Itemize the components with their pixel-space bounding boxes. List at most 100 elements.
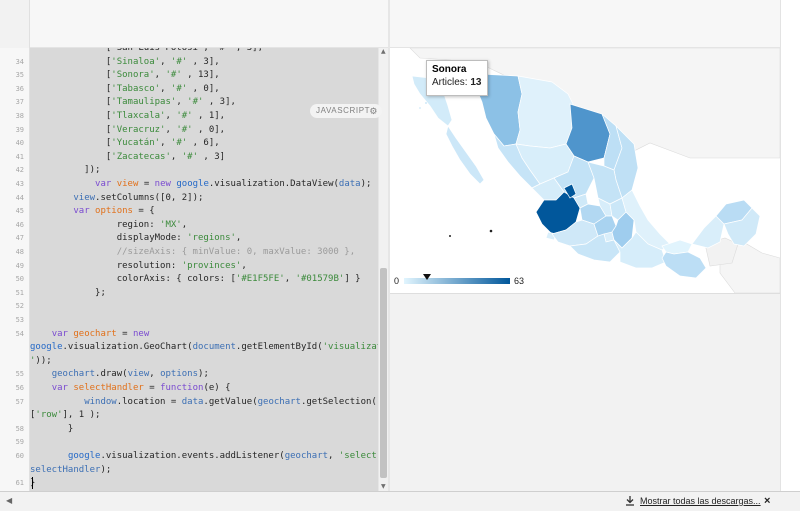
- text-cursor: [32, 477, 33, 490]
- code-editor[interactable]: 34 35 36 37 38 39 40 41 42 43 44 45 46 47 48 49 50 51 52 53…: [0, 48, 388, 491]
- code-line[interactable]: ]);: [30, 164, 100, 177]
- code-line[interactable]: colorAxis: { colors: ['#E1F5FE', '#01579…: [30, 273, 361, 286]
- code-line[interactable]: ['Sonora', '#' , 13],: [30, 69, 220, 82]
- line-number: 51: [15, 288, 24, 297]
- code-token: [: [30, 56, 112, 67]
- code-line[interactable]: ['Tlaxcala', '#' , 1],: [30, 110, 225, 123]
- code-token: ,: [284, 274, 296, 285]
- code-token: selectHandler: [73, 383, 144, 393]
- line-number: 61: [15, 479, 24, 488]
- code-token: .getElementById(: [235, 342, 323, 353]
- line-number: 46: [15, 220, 24, 229]
- code-token: 'Sinaloa': [111, 56, 161, 67]
- code-token: '#': [176, 111, 193, 121]
- code-token: function: [160, 383, 204, 393]
- code-line[interactable]: google.visualization.events.addListener(…: [30, 450, 378, 463]
- map-island-3: [425, 102, 427, 104]
- code-token: options: [95, 206, 133, 217]
- close-download-bar-button[interactable]: ×: [764, 495, 770, 507]
- legend-min-label: 0: [394, 276, 400, 286]
- code-token: geochart: [73, 328, 117, 339]
- code-line[interactable]: }: [30, 423, 73, 436]
- code-token: ,: [181, 219, 188, 230]
- code-line[interactable]: '));: [30, 355, 52, 368]
- language-badge[interactable]: JAVASCRIPT ⚙: [310, 104, 382, 118]
- gear-icon[interactable]: ⚙: [369, 104, 378, 118]
- show-all-downloads-link[interactable]: Mostrar todas las descargas...: [640, 496, 761, 506]
- code-token: .visualization.DataView(: [208, 179, 339, 189]
- map-region-chiapas[interactable]: [661, 251, 707, 279]
- code-token: ,: [165, 111, 177, 121]
- code-token: new: [133, 328, 150, 339]
- code-token: [: [30, 151, 112, 162]
- code-line[interactable]: displayMode: 'regions',: [30, 232, 242, 245]
- code-line[interactable]: ['Sinaloa', '#' , 3],: [30, 56, 220, 69]
- code-token: resolution:: [30, 260, 182, 271]
- code-token: };: [30, 287, 106, 298]
- code-token: ] }: [344, 274, 361, 285]
- code-token: [: [30, 70, 112, 81]
- code-token: view: [127, 369, 150, 380]
- code-token: '#': [170, 56, 188, 67]
- code-token: );: [360, 179, 372, 189]
- code-line[interactable]: ['Tabasco', '#' , 0],: [30, 83, 220, 96]
- code-token: options: [160, 369, 199, 380]
- scroll-down-arrow-icon[interactable]: ▼: [381, 483, 387, 491]
- line-number: 37: [15, 98, 24, 107]
- code-token: 'Tamaulipas': [111, 97, 177, 108]
- code-token: .visualization.events.addListener(: [100, 451, 285, 461]
- code-line[interactable]: //sizeAxis: { minValue: 0, maxValue: 300…: [30, 246, 355, 259]
- geochart-panel[interactable]: Sonora Articles: 13 0 63: [390, 48, 780, 293]
- download-icon[interactable]: [624, 495, 636, 507]
- code-token: 'Sonora': [111, 70, 155, 81]
- code-line[interactable]: ['row'], 1 );: [30, 409, 100, 422]
- code-token: 'visualization: [322, 342, 378, 353]
- code-line[interactable]: var view = new google.visualization.Data…: [30, 178, 371, 191]
- tooltip-metric: Articles: 13: [432, 77, 482, 88]
- code-token: .location =: [116, 396, 182, 407]
- editor-scroll-thumb[interactable]: [380, 268, 387, 478]
- map-region-baja-california-sur[interactable]: [445, 125, 485, 185]
- code-line[interactable]: ['Veracruz', '#' , 0],: [30, 124, 225, 137]
- code-token: , 1],: [192, 111, 226, 121]
- line-number: 50: [15, 275, 24, 284]
- scroll-up-arrow-icon[interactable]: ▲: [381, 48, 387, 56]
- code-line[interactable]: var selectHandler = function(e) {: [30, 382, 231, 395]
- code-line[interactable]: ['Zacatecas', '#' , 3]: [30, 151, 225, 164]
- code-token: [: [30, 111, 112, 121]
- code-line[interactable]: ['Tamaulipas', '#' , 3],: [30, 96, 236, 109]
- code-token: );: [100, 464, 112, 475]
- code-token: }: [30, 423, 74, 434]
- code-token: //sizeAxis: { minValue: 0, maxValue: 300…: [30, 247, 356, 257]
- code-line[interactable]: var options = {: [30, 205, 154, 218]
- code-line[interactable]: ['San Luis Potosí', '#' , 3],: [30, 48, 263, 55]
- gutter-top-area: [0, 0, 30, 48]
- code-line[interactable]: geochart.draw(view, options);: [30, 368, 209, 381]
- code-token: .getSelection()[0]: [300, 396, 378, 407]
- code-token: 'Veracruz': [111, 124, 166, 135]
- line-number: 53: [15, 316, 24, 324]
- code-token: [: [30, 97, 112, 108]
- code-line[interactable]: selectHandler);: [30, 464, 111, 477]
- code-line[interactable]: window.location = data.getValue(geochart…: [30, 396, 378, 409]
- code-token: '#01579B': [295, 274, 345, 285]
- code-token: '#': [181, 151, 198, 162]
- map-island-4: [419, 107, 421, 109]
- code-token: [: [30, 83, 112, 94]
- code-token: 'regions': [187, 233, 236, 244]
- code-line[interactable]: resolution: 'provinces',: [30, 260, 247, 273]
- code-token: ,: [160, 56, 171, 67]
- code-token: ,: [154, 70, 166, 81]
- code-line[interactable]: };: [30, 287, 106, 300]
- code-line[interactable]: var geochart = new: [30, 328, 150, 341]
- code-token: );: [198, 369, 209, 380]
- code-line[interactable]: region: 'MX',: [30, 219, 187, 232]
- code-line[interactable]: view.setColumns([0, 2]);: [30, 192, 203, 205]
- scroll-left-arrow-icon[interactable]: ◀: [6, 496, 12, 505]
- code-token: document: [192, 342, 236, 353]
- code-line[interactable]: google.visualization.GeoChart(document.g…: [30, 341, 378, 354]
- map-tooltip: Sonora Articles: 13: [426, 60, 488, 96]
- code-line[interactable]: ['Yucatán', '#' , 6],: [30, 137, 220, 150]
